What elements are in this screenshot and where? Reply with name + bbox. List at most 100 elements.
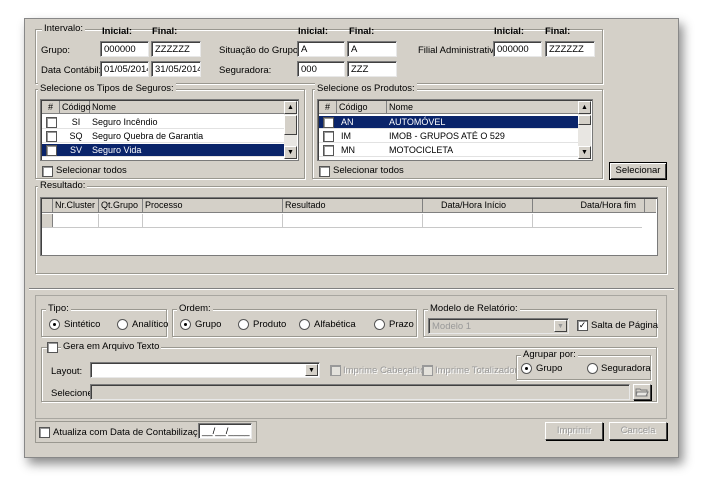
col-hash: #: [319, 101, 337, 114]
layout-select[interactable]: ▼: [90, 362, 320, 378]
produtos-list[interactable]: # Código Nome AN AUTOMÓVEL IM IMOB - GRU…: [317, 99, 593, 161]
imprimir-button[interactable]: Imprimir: [545, 422, 603, 440]
salta-pagina-checkbox[interactable]: ✓: [577, 320, 588, 331]
filial-inicial-input[interactable]: 000000: [493, 41, 542, 57]
produto-codigo: MN: [341, 145, 355, 155]
ordem-prazo-label[interactable]: Prazo: [389, 319, 414, 330]
ordem-alfabetica-label[interactable]: Alfabética: [314, 319, 356, 330]
tipo-codigo: SV: [69, 145, 82, 155]
imprime-cabecalho-checkbox[interactable]: [330, 365, 341, 376]
col-processo: Processo: [143, 199, 283, 212]
resultado-legend: Resultado:: [38, 180, 88, 191]
tipo-row-checkbox[interactable]: [46, 145, 57, 156]
tipo-row-checkbox[interactable]: [46, 131, 57, 142]
produto-row-checkbox[interactable]: [323, 117, 334, 128]
col-codigo: Código: [337, 101, 387, 114]
produtos-select-all-label[interactable]: Selecionar todos: [333, 165, 404, 176]
atualiza-label[interactable]: Atualiza com Data de Contabilização:: [53, 427, 211, 438]
grupo-inicial-input[interactable]: 000000: [100, 41, 149, 57]
seguradora-inicial-input[interactable]: 000: [297, 61, 345, 77]
tipo-analitico-label[interactable]: Analítico: [132, 319, 168, 330]
produtos-header: # Código Nome: [319, 101, 578, 114]
produto-row-checkbox[interactable]: [323, 145, 334, 156]
tipo-row-1[interactable]: SQ Seguro Quebra de Garantia: [42, 130, 284, 143]
cancela-button[interactable]: Cancela: [609, 422, 667, 440]
cell-divider: [282, 214, 283, 227]
atualiza-date-input[interactable]: __/__/____: [198, 423, 252, 439]
produto-nome: IMOB - GRUPOS ATÉ O 529: [389, 131, 505, 141]
filial-final-input[interactable]: ZZZZZZ: [545, 41, 595, 57]
tipo-sintetico-label[interactable]: Sintético: [64, 319, 100, 330]
agrupar-seguradora-label[interactable]: Seguradora: [601, 363, 651, 374]
situacao-inicial-input[interactable]: A: [297, 41, 345, 57]
tipos-select-all-label[interactable]: Selecionar todos: [56, 165, 127, 176]
scroll-down-icon[interactable]: ▼: [578, 146, 591, 159]
tipos-seguros-scrollbar[interactable]: ▲ ▼: [284, 101, 297, 159]
final-header-3: Final:: [545, 26, 571, 37]
agrupar-grupo-label[interactable]: Grupo: [536, 363, 562, 374]
tipo-row-checkbox[interactable]: [46, 117, 57, 128]
ordem-produto-label[interactable]: Produto: [253, 319, 286, 330]
ordem-prazo-radio[interactable]: [374, 319, 385, 330]
tipos-seguros-list[interactable]: # Código Nome SI Seguro Incêndio SQ Segu…: [40, 99, 299, 161]
tipo-codigo: SI: [71, 117, 81, 127]
agrupar-legend: Agrupar por:: [521, 349, 578, 360]
situacao-final-input[interactable]: A: [347, 41, 397, 57]
scroll-down-icon[interactable]: ▼: [284, 146, 297, 159]
grupo-label: Grupo:: [41, 45, 71, 56]
data-contabil-inicial-input[interactable]: 01/05/2014: [100, 61, 149, 77]
scroll-up-icon[interactable]: ▲: [578, 101, 591, 114]
ordem-grupo-label[interactable]: Grupo: [195, 319, 221, 330]
tipo-sintetico-radio[interactable]: [49, 319, 60, 330]
ordem-alfabetica-radio[interactable]: [299, 319, 310, 330]
imprime-cabecalho-label[interactable]: Imprime Cabeçalho: [343, 365, 425, 376]
resultado-empty-row[interactable]: [42, 214, 642, 228]
cell-divider: [142, 214, 143, 227]
scroll-thumb[interactable]: [578, 115, 591, 125]
cell-divider: [422, 214, 423, 227]
data-contabil-final-input[interactable]: 31/05/2014: [151, 61, 201, 77]
produtos-select-all-checkbox[interactable]: [319, 166, 330, 177]
produtos-scrollbar[interactable]: ▲ ▼: [578, 101, 591, 159]
chevron-down-icon[interactable]: ▼: [305, 364, 318, 376]
gera-arquivo-label[interactable]: Gera em Arquivo Texto: [61, 341, 162, 352]
ordem-grupo-radio[interactable]: [180, 319, 191, 330]
folder-icon-graphic: [635, 388, 649, 397]
modelo-select[interactable]: Modelo 1 ▼: [428, 318, 569, 334]
agrupar-grupo-radio[interactable]: [521, 363, 532, 374]
produto-row-0[interactable]: AN AUTOMÓVEL: [319, 116, 578, 129]
agrupar-seguradora-radio[interactable]: [587, 363, 598, 374]
col-resultado: Resultado: [283, 199, 423, 212]
imprime-totalizador-label[interactable]: Imprime Totalizador: [435, 365, 518, 376]
scroll-thumb[interactable]: [284, 115, 297, 135]
resultado-grid[interactable]: Nr.Cluster Qt.Grupo Processo Resultado D…: [40, 197, 658, 256]
col-nome: Nome: [389, 102, 414, 112]
modelo-legend: Modelo de Relatório:: [428, 303, 520, 314]
gera-arquivo-checkbox[interactable]: [47, 342, 58, 353]
salta-pagina-label[interactable]: Salta de Página: [591, 320, 658, 331]
ordem-produto-radio[interactable]: [238, 319, 249, 330]
tipo-nome: Seguro Incêndio: [92, 117, 158, 127]
tipo-legend: Tipo:: [46, 303, 71, 314]
produto-row-1[interactable]: IM IMOB - GRUPOS ATÉ O 529: [319, 130, 578, 143]
produto-row-2[interactable]: MN MOTOCICLETA: [319, 144, 578, 157]
selecionar-button[interactable]: Selecionar: [609, 162, 667, 180]
tipo-row-2[interactable]: SV Seguro Vida: [42, 144, 284, 157]
tipo-analitico-radio[interactable]: [117, 319, 128, 330]
final-header-1: Final:: [152, 26, 178, 37]
produto-row-checkbox[interactable]: [323, 131, 334, 142]
selecione-input[interactable]: [90, 384, 630, 400]
tipo-row-0[interactable]: SI Seguro Incêndio: [42, 116, 284, 129]
seguradora-final-input[interactable]: ZZZ: [347, 61, 397, 77]
atualiza-checkbox[interactable]: [39, 427, 50, 438]
chevron-down-icon[interactable]: ▼: [554, 320, 567, 332]
inicial-header-1: Inicial:: [102, 26, 133, 37]
grupo-final-input[interactable]: ZZZZZZ: [151, 41, 201, 57]
scroll-up-icon[interactable]: ▲: [284, 101, 297, 114]
intervalo-legend: Intervalo:: [42, 23, 86, 34]
tipos-select-all-checkbox[interactable]: [42, 166, 53, 177]
produto-nome: AUTOMÓVEL: [389, 117, 446, 127]
folder-icon[interactable]: [633, 384, 651, 400]
row-indicator: [42, 214, 53, 227]
imprime-totalizador-checkbox[interactable]: [422, 365, 433, 376]
